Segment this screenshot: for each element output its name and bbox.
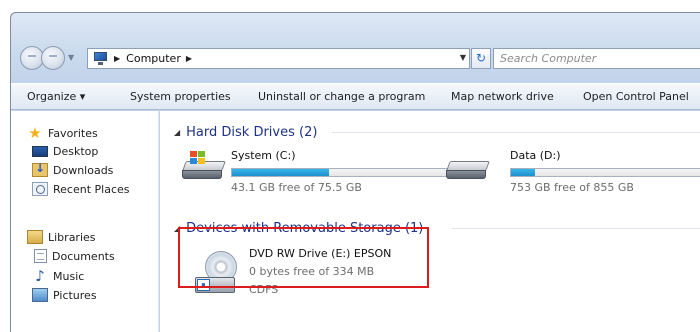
address-row: ▼ ▶ Computer ▶ ▼ ↻ Search Computer [11,13,700,71]
nav-item-music[interactable]: ♪ Music [32,267,84,285]
recent-pages-dropdown-icon[interactable]: ▼ [68,53,74,62]
collapse-triangle-icon[interactable]: ◢ [174,128,180,137]
drive-usage-bar [231,168,459,177]
breadcrumb-separator-icon[interactable]: ▶ [114,54,120,63]
organize-menu[interactable]: Organize ▾ [27,90,85,103]
drive-free-space: 753 GB free of 855 GB [510,181,634,194]
open-control-panel-button[interactable]: Open Control Panel [583,90,689,103]
drive-tile-c[interactable]: System (C:) 43.1 GB free of 75.5 GB [182,149,459,199]
music-icon: ♪ [35,267,45,285]
pictures-icon [32,288,48,302]
navigation-pane: ★ Favorites Desktop Downloads Recent Pla… [11,111,159,332]
forward-button[interactable] [41,46,65,70]
group-title: Hard Disk Drives (2) [186,124,318,140]
nav-label: Music [53,269,85,283]
nav-label: Documents [52,249,115,263]
hard-drive-icon [182,151,226,183]
content-pane: ◢ Hard Disk Drives (2) System (C:) 43.1 … [160,111,700,332]
nav-label: Favorites [48,126,98,140]
chevron-down-icon[interactable]: ▼ [460,53,466,62]
drive-usage-fill [511,169,535,176]
drive-name: Data (D:) [510,149,561,162]
downloads-folder-icon [32,161,48,177]
nav-item-recent-places[interactable]: Recent Places [32,180,130,198]
drive-usage-bar [510,168,700,177]
explorer-window: ▼ ▶ Computer ▶ ▼ ↻ Search Computer Organ… [10,12,700,332]
refresh-button[interactable]: ↻ [471,48,491,69]
recent-places-icon [32,182,48,196]
drive-name: System (C:) [231,149,296,162]
hard-drive-icon [446,157,490,183]
nav-label: Pictures [53,288,97,302]
command-bar: Organize ▾ System properties Uninstall o… [11,83,700,110]
drive-tile-e[interactable]: ∎ DVD RW Drive (E:) EPSON 0 bytes free o… [195,247,435,299]
map-network-drive-button[interactable]: Map network drive [451,90,554,103]
breadcrumb-computer[interactable]: Computer [126,52,181,65]
group-divider [452,228,700,229]
computer-icon [93,52,109,65]
system-properties-button[interactable]: System properties [130,90,231,103]
refresh-icon: ↻ [475,51,487,65]
nav-label: Libraries [48,230,96,244]
drive-usage-fill [232,169,330,176]
nav-item-favorites[interactable]: ★ Favorites [27,124,98,142]
drive-name: DVD RW Drive (E:) EPSON [249,247,392,260]
documents-icon [34,249,47,263]
dvd-drive-icon: ∎ [195,251,239,295]
nav-item-pictures[interactable]: Pictures [32,286,97,304]
nav-item-documents[interactable]: Documents [32,247,115,265]
drive-tile-d[interactable]: Data (D:) 753 GB free of 855 GB [446,149,700,199]
group-header-removable[interactable]: ◢ Devices with Removable Storage (1) [174,219,423,237]
group-header-hard-disk[interactable]: ◢ Hard Disk Drives (2) [174,123,317,141]
nav-item-desktop[interactable]: Desktop [32,142,98,160]
nav-label: Recent Places [53,182,130,196]
collapse-triangle-icon[interactable]: ◢ [174,224,180,233]
drive-filesystem: CDFS [249,283,279,296]
address-bar[interactable]: ▶ Computer ▶ ▼ [87,48,470,69]
nav-item-downloads[interactable]: Downloads [32,161,113,179]
group-divider [332,132,700,133]
nav-label: Desktop [53,144,99,158]
nav-item-libraries[interactable]: Libraries [27,228,96,246]
drive-free-space: 43.1 GB free of 75.5 GB [231,181,362,194]
star-icon: ★ [28,124,42,142]
breadcrumb-separator-icon[interactable]: ▶ [186,54,192,63]
libraries-icon [27,230,43,244]
windows-logo-icon [190,151,206,165]
autorun-badge-icon: ∎ [197,279,210,291]
drive-free-space: 0 bytes free of 334 MB [249,265,375,278]
nav-label: Downloads [53,163,114,177]
desktop-icon [32,146,48,157]
group-title: Devices with Removable Storage (1) [186,220,424,236]
search-input[interactable]: Search Computer [493,48,700,69]
uninstall-program-button[interactable]: Uninstall or change a program [258,90,425,103]
